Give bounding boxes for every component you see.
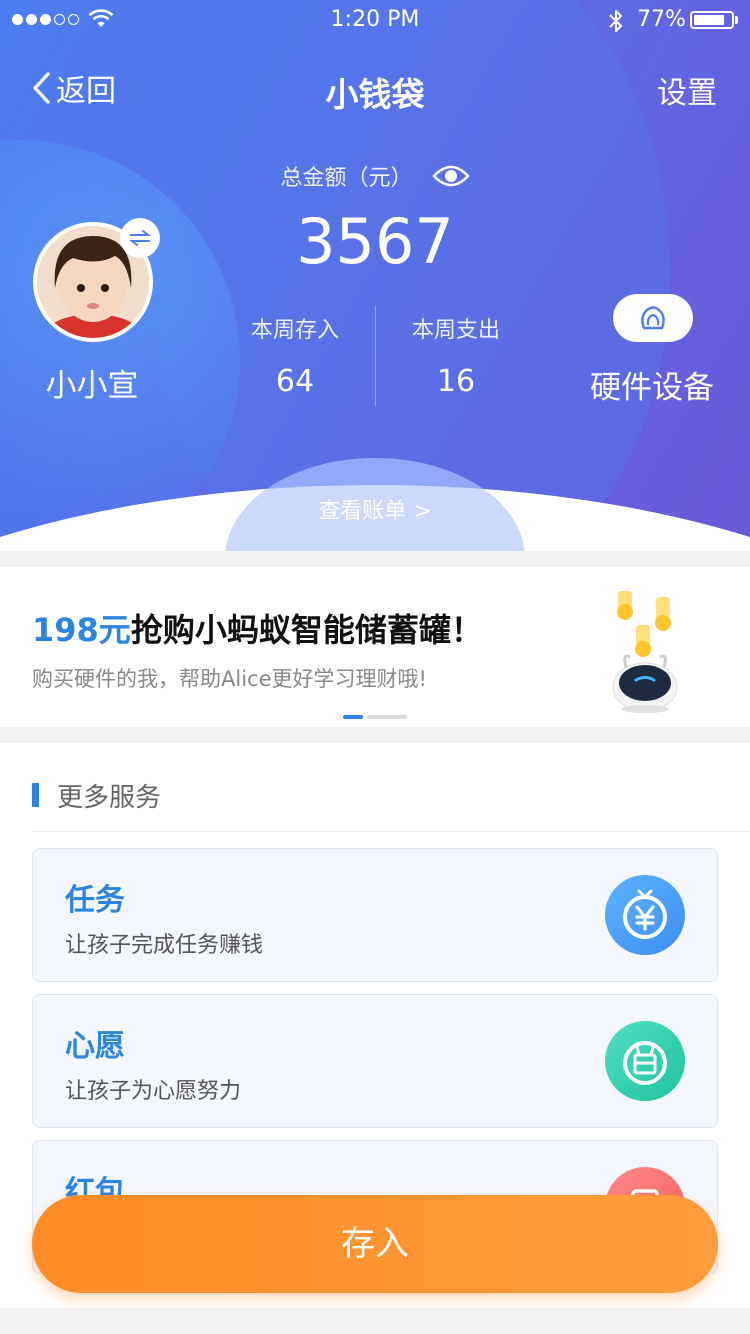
child-name: 小小宣 <box>45 368 139 404</box>
section-divider <box>0 727 750 743</box>
pager-dot-active <box>343 715 363 719</box>
pager-dot <box>367 715 407 719</box>
section-title: 更多服务 <box>57 782 162 813</box>
bottom-gap <box>0 1308 750 1334</box>
page-title: 小钱袋 <box>325 75 425 114</box>
hardware-device-button[interactable] <box>613 294 693 342</box>
yuan-coin-icon <box>605 875 685 955</box>
service-card-task[interactable]: 任务 让孩子完成任务赚钱 <box>32 848 718 982</box>
hardware-device-label: 硬件设备 <box>590 370 714 406</box>
service-title: 任务 <box>65 883 125 918</box>
section-divider <box>0 551 750 567</box>
swap-icon <box>129 230 151 246</box>
total-amount-label: 总金额（元） <box>280 166 413 191</box>
weekly-out-value: 16 <box>436 364 476 399</box>
service-title: 心愿 <box>65 1029 125 1064</box>
deposit-button[interactable]: 存入 <box>32 1195 718 1293</box>
service-desc: 让孩子完成任务赚钱 <box>65 933 264 958</box>
weekly-out-label: 本周支出 <box>411 318 500 343</box>
eye-icon[interactable] <box>431 164 470 194</box>
banner-price: 198元 <box>32 611 131 649</box>
total-amount-row: 总金额（元） <box>0 160 750 194</box>
gift-icon <box>605 1021 685 1101</box>
device-icon <box>641 306 665 330</box>
status-bar: 1:20 PM 77% <box>0 0 750 40</box>
switch-child-button[interactable] <box>120 218 160 258</box>
bluetooth-icon <box>609 10 622 32</box>
battery-icon <box>690 11 734 29</box>
banner-pager <box>343 715 407 719</box>
weekly-in-label: 本周存入 <box>250 318 339 343</box>
service-card-wish[interactable]: 心愿 让孩子为心愿努力 <box>32 994 718 1128</box>
promo-banner[interactable]: 198元抢购小蚂蚁智能储蓄罐！ 购买硬件的我，帮助Alice更好学习理财哦! <box>0 567 750 727</box>
banner-subtitle: 购买硬件的我，帮助Alice更好学习理财哦! <box>32 667 427 691</box>
settings-button[interactable]: 设置 <box>657 68 717 112</box>
banner-title-text: 抢购小蚂蚁智能储蓄罐！ <box>130 611 483 649</box>
view-bill-link[interactable]: 查看账单 > <box>0 493 750 525</box>
service-desc: 让孩子为心愿努力 <box>65 1079 242 1104</box>
section-header: 更多服务 <box>32 780 161 813</box>
battery-percent: 77% <box>637 7 686 32</box>
banner-title: 198元抢购小蚂蚁智能储蓄罐！ <box>32 605 483 651</box>
piggy-bank-robot-illustration <box>612 591 678 713</box>
weekly-in-value: 64 <box>275 364 315 399</box>
